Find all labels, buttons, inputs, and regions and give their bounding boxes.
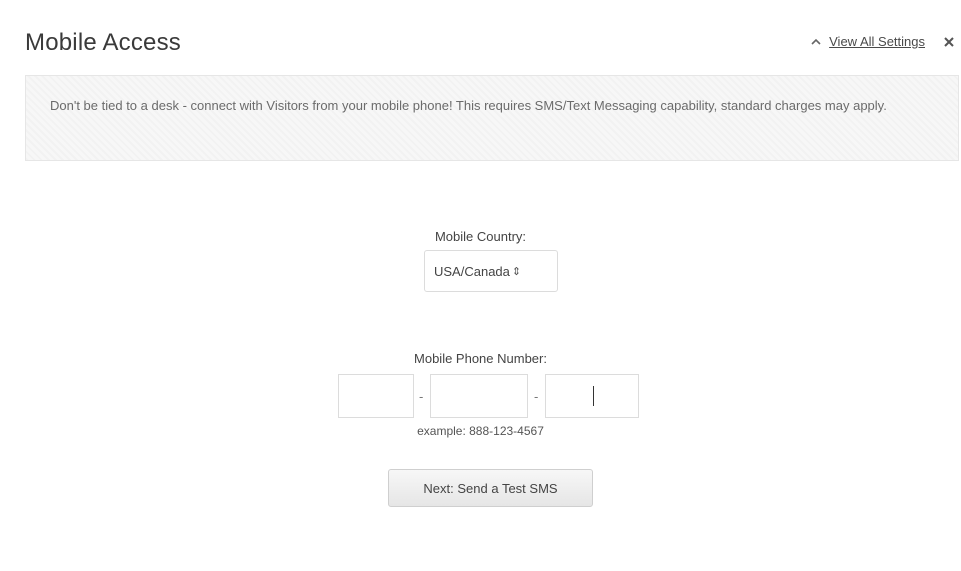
phone-dash-separator: - <box>534 389 539 404</box>
page-title: Mobile Access <box>25 29 181 56</box>
mobile-country-label: Mobile Country: <box>434 229 527 244</box>
phone-example-hint: example: 888-123-4567 <box>417 424 544 438</box>
select-arrows-icon: ⇕ <box>511 265 522 278</box>
phone-prefix-input[interactable] <box>430 374 528 418</box>
view-all-settings-link[interactable]: View All Settings <box>829 34 925 49</box>
header-actions: View All Settings <box>809 34 955 49</box>
mobile-access-panel: Mobile Access View All Settings Don't be… <box>0 0 961 571</box>
close-icon[interactable] <box>943 36 955 48</box>
panel-header: Mobile Access View All Settings <box>25 26 955 62</box>
info-message-box: Don't be tied to a desk - connect with V… <box>25 75 959 161</box>
mobile-country-select[interactable]: USA/Canada ⇕ <box>424 250 558 292</box>
phone-dash-separator: - <box>419 389 424 404</box>
info-message-text: Don't be tied to a desk - connect with V… <box>50 98 887 113</box>
mobile-country-selected-value: USA/Canada <box>434 263 510 279</box>
phone-area-code-input[interactable] <box>338 374 414 418</box>
phone-line-number-input[interactable] <box>545 374 639 418</box>
mobile-phone-label: Mobile Phone Number: <box>414 351 547 366</box>
send-test-sms-button[interactable]: Next: Send a Test SMS <box>388 469 593 507</box>
caret-up-icon[interactable] <box>809 35 823 49</box>
text-cursor <box>593 386 594 406</box>
